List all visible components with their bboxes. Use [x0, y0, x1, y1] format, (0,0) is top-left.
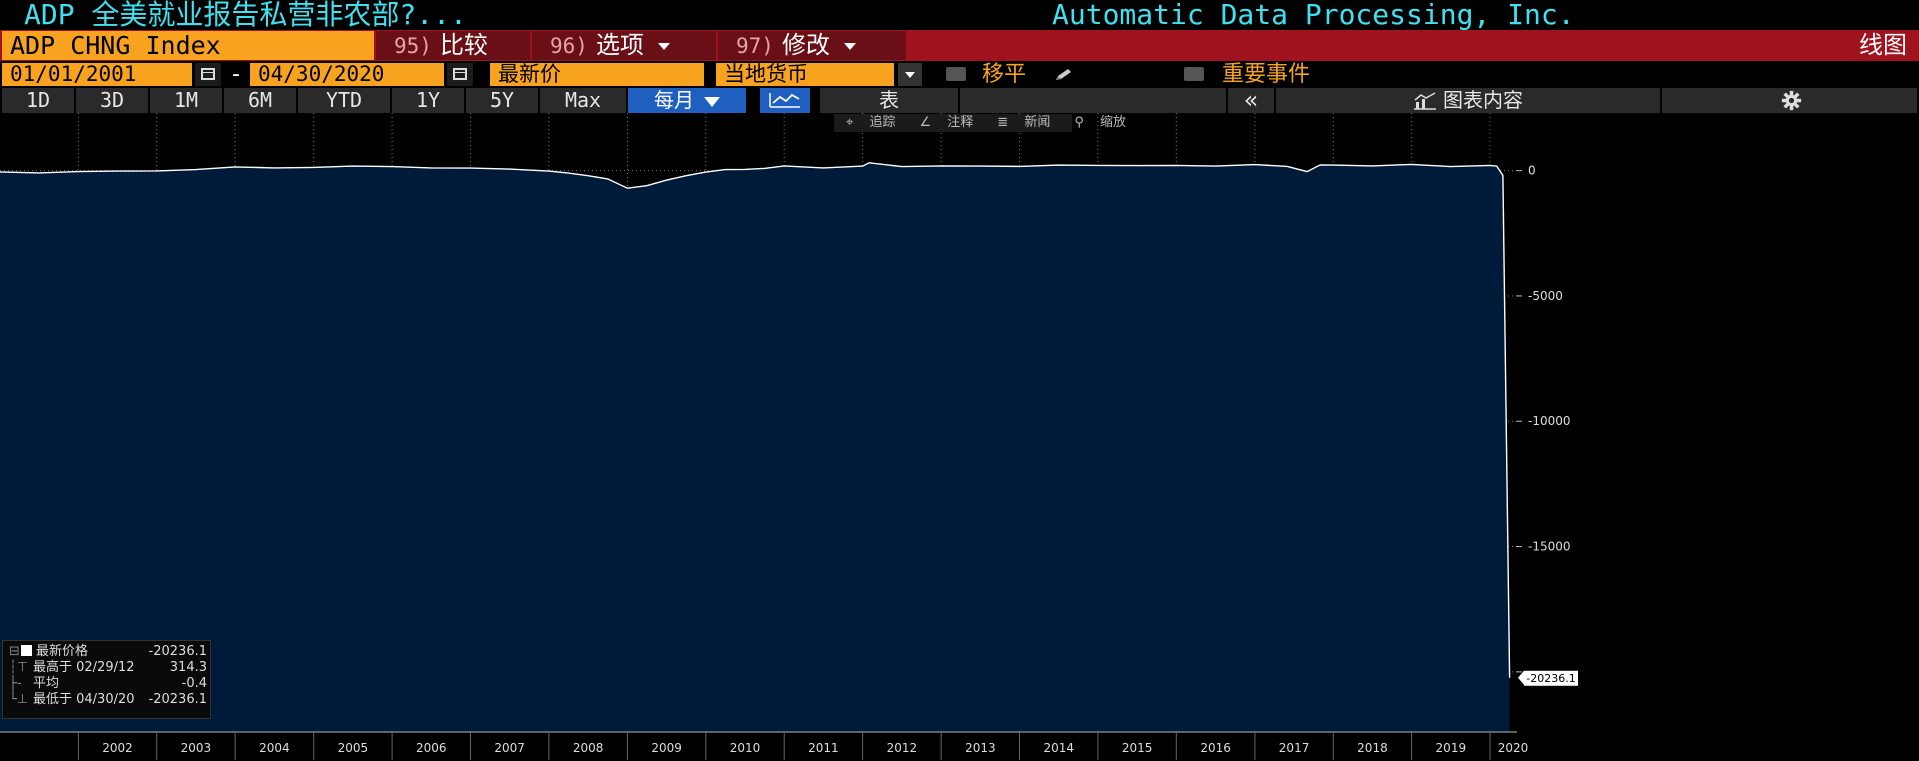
legend-row-high: ┆⊤ 最高于 02/29/12 314.3	[9, 660, 207, 675]
range-bar: 01/01/2001 - 04/30/2020 最新价 当地货币 移平 重要事件	[0, 61, 1919, 88]
chart-toolbar: ⌖ 追踪 ∠ 注释 ≣ 新闻 ⚲ 缩放	[834, 114, 1126, 132]
x-tick-label: 2013	[965, 741, 996, 755]
ticker-field[interactable]: ADP CHNG Index	[2, 31, 374, 60]
currency-dropdown-icon[interactable]	[898, 63, 922, 86]
legend-row-last: ⊟ 最新价格 -20236.1	[9, 644, 207, 660]
x-tick-label: 2012	[887, 741, 918, 755]
last-value-label: -20236.1	[1526, 672, 1575, 685]
options-label: 选项	[595, 31, 644, 59]
period-1d-button[interactable]: 1D	[2, 88, 74, 113]
x-tick-label: 2018	[1357, 741, 1388, 755]
legend-row-low: └⊥ 最低于 04/30/20 -20236.1	[9, 692, 207, 707]
zoom-tool[interactable]: ⚲ 缩放	[1062, 114, 1138, 132]
y-tick-label: -5000	[1528, 289, 1563, 303]
options-button[interactable]: 96) 选项	[532, 31, 716, 60]
chart-content-button[interactable]: 图表内容	[1276, 88, 1660, 113]
edit-button[interactable]: 97) 修改	[718, 31, 906, 60]
magnifier-icon: ⚲	[1074, 115, 1084, 130]
x-tick-label: 2009	[651, 741, 682, 755]
x-tick-label: 2008	[573, 741, 604, 755]
x-tick-label: 2003	[181, 741, 212, 755]
last-value-marker: -20236.1	[1518, 670, 1578, 686]
start-date-input[interactable]: 01/01/2001	[2, 63, 192, 86]
collapse-button[interactable]: «	[1228, 88, 1274, 113]
period-5y-button[interactable]: 5Y	[466, 88, 538, 113]
currency-select[interactable]: 当地货币	[716, 63, 894, 86]
y-tick-label: 0	[1528, 164, 1536, 178]
average-marker-icon: ├-	[9, 676, 22, 691]
x-tick-label: 2011	[808, 741, 839, 755]
smooth-label: 移平	[982, 62, 1027, 87]
events-label: 重要事件	[1222, 62, 1311, 87]
edit-label: 修改	[781, 31, 830, 59]
period-1m-button[interactable]: 1M	[150, 88, 222, 113]
chevron-down-icon	[657, 42, 670, 50]
chart-content-icon	[1414, 92, 1436, 110]
x-tick-label: 2016	[1200, 741, 1231, 755]
chevron-down-icon	[704, 96, 720, 107]
company-name: Automatic Data Processing, Inc.	[1052, 0, 1575, 31]
x-tick-label: 2010	[730, 741, 761, 755]
x-tick-label: 2015	[1122, 741, 1153, 755]
security-description: ADP 全美就业报告私营非农部?...	[24, 0, 467, 31]
y-tick-label: -10000	[1528, 414, 1571, 428]
x-tick-label: 2014	[1043, 741, 1074, 755]
track-tool[interactable]: ⌖ 追踪	[834, 114, 907, 132]
x-tick-label: 2005	[338, 741, 369, 755]
news-icon: ≣	[997, 115, 1009, 130]
title-bar: ADP 全美就业报告私营非农部?... Automatic Data Proce…	[0, 0, 1919, 30]
x-tick-label: 2007	[494, 741, 525, 755]
menu-bar: ADP CHNG Index 95) 比较 96) 选项 97) 修改 线图	[0, 30, 1919, 61]
x-tick-label: 2019	[1436, 741, 1467, 755]
period-1y-button[interactable]: 1Y	[392, 88, 464, 113]
x-tick-label: 2020	[1498, 741, 1529, 755]
events-checkbox[interactable]	[1184, 67, 1204, 81]
legend-row-average: ├- 平均 -0.4	[9, 676, 207, 691]
chart-content-label: 图表内容	[1443, 88, 1523, 112]
low-marker-icon: └⊥	[9, 692, 29, 707]
gear-icon[interactable]	[1781, 90, 1802, 111]
range-dash: -	[232, 62, 240, 87]
pencil-icon[interactable]	[1054, 68, 1076, 82]
toolbar-spacer	[960, 88, 1226, 113]
compare-label: 比较	[439, 31, 488, 59]
high-marker-icon: ┆⊤	[9, 660, 29, 675]
line-chart-button[interactable]	[760, 88, 810, 113]
series-swatch	[21, 645, 32, 656]
period-max-button[interactable]: Max	[540, 88, 626, 113]
x-tick-label: 2017	[1279, 741, 1310, 755]
collapse-icon[interactable]: ⊟	[9, 644, 20, 660]
frequency-label: 每月	[654, 88, 694, 112]
end-date-input[interactable]: 04/30/2020	[250, 63, 444, 86]
price-field-select[interactable]: 最新价	[490, 63, 704, 86]
period-ytd-button[interactable]: YTD	[298, 88, 390, 113]
crosshair-icon: ⌖	[846, 115, 854, 130]
price-chart[interactable]: 0-5000-10000-15000 2002 2003 2004 2005 2006 2…	[0, 113, 1919, 761]
table-button[interactable]: 表	[820, 88, 958, 113]
chart-type-label[interactable]: 线图	[1859, 30, 1907, 61]
news-tool[interactable]: ≣ 新闻	[985, 114, 1062, 132]
last-value-pointer	[1518, 670, 1524, 685]
chart-legend[interactable]: ⊟ 最新价格 -20236.1 ┆⊤ 最高于 02/29/12 314.3 ├- 平均 -0…	[2, 640, 211, 719]
chevron-down-icon	[843, 42, 856, 50]
frequency-select[interactable]: 每月	[628, 88, 746, 113]
y-tick-label: -15000	[1528, 540, 1571, 554]
period-6m-button[interactable]: 6M	[224, 88, 296, 113]
x-axis: 2002 2003 2004 2005 2006 2007 2008 2009 2010 2011…	[0, 731, 1529, 760]
annotate-tool[interactable]: ∠ 注释	[907, 114, 985, 132]
y-axis: 0 -5000 -10000 -15000	[1516, 164, 1571, 673]
compare-button[interactable]: 95) 比较	[376, 31, 530, 60]
period-bar: 1D 3D 1M 6M YTD 1Y 5Y Max 每月 表 « 图表内容	[0, 88, 1919, 113]
x-tick-label: 2002	[102, 741, 133, 755]
calendar-icon[interactable]	[447, 63, 473, 86]
line-chart-icon	[769, 93, 800, 108]
period-3d-button[interactable]: 3D	[76, 88, 148, 113]
x-tick-label: 2004	[259, 741, 290, 755]
x-tick-label: 2006	[416, 741, 447, 755]
smooth-checkbox[interactable]	[946, 67, 966, 81]
calendar-icon[interactable]	[195, 63, 221, 86]
pen-icon: ∠	[919, 115, 932, 130]
chart-area-fill	[0, 162, 1510, 733]
